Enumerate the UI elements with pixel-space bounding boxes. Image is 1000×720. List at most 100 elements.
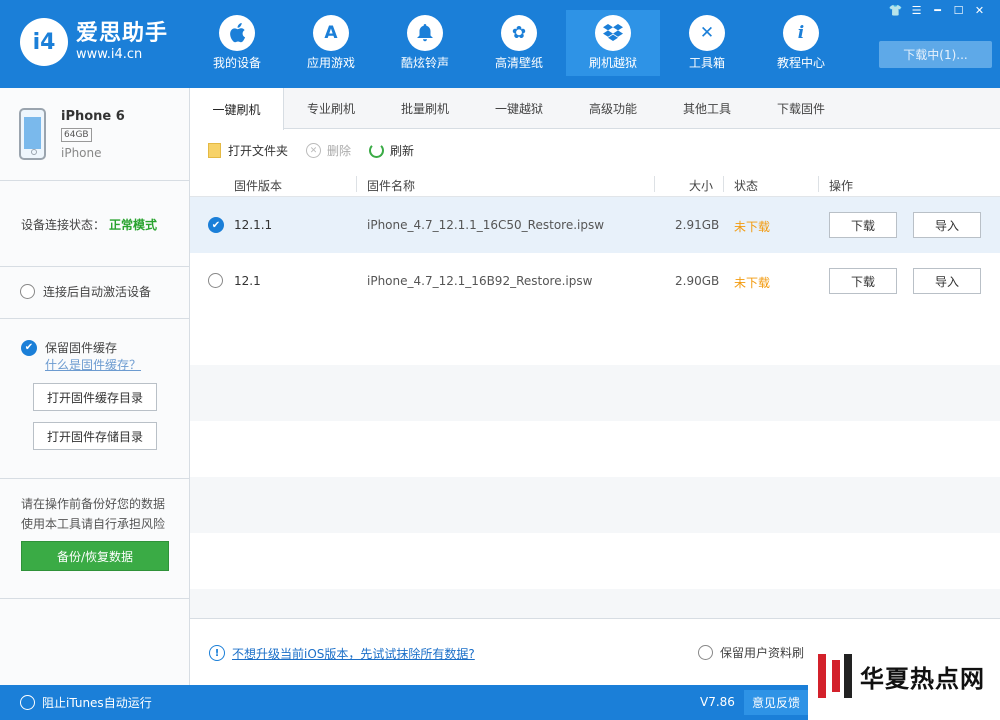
row-size: 2.91GB bbox=[675, 218, 720, 232]
version-label: V7.86 bbox=[700, 695, 735, 709]
tab-batch-flash[interactable]: 批量刷机 bbox=[378, 88, 472, 129]
refresh-button[interactable]: 刷新 bbox=[369, 142, 414, 159]
block-itunes-option[interactable]: 阻止iTunes自动运行 bbox=[20, 694, 152, 711]
col-status: 状态 bbox=[734, 179, 759, 193]
tools-icon: ✕ bbox=[689, 15, 725, 51]
flash-tabs: 一键刷机 专业刷机 批量刷机 一键越狱 高级功能 其他工具 下载固件 bbox=[190, 88, 1000, 130]
download-status-button[interactable]: 下载中(1)... bbox=[879, 41, 992, 68]
phone-icon bbox=[19, 108, 46, 160]
col-name: 固件名称 bbox=[367, 179, 416, 193]
table-header: 固件版本 固件名称 大小 状态 操作 bbox=[190, 172, 1000, 197]
watermark-text: 华夏热点网 bbox=[860, 664, 985, 693]
row-filename: iPhone_4.7_12.1_16B92_Restore.ipsw bbox=[367, 274, 593, 288]
row-size: 2.90GB bbox=[675, 274, 720, 288]
open-store-dir-button[interactable]: 打开固件存储目录 bbox=[33, 422, 157, 450]
skin-icon[interactable]: 👕 bbox=[885, 2, 906, 19]
folder-icon bbox=[208, 143, 221, 158]
status-value: 正常模式 bbox=[109, 218, 158, 232]
menu-icon[interactable]: ☰ bbox=[906, 2, 927, 19]
block-itunes-radio[interactable] bbox=[20, 695, 35, 710]
row-version: 12.1 bbox=[234, 274, 261, 288]
col-action: 操作 bbox=[829, 179, 854, 193]
watermark-logo-icon bbox=[818, 654, 854, 698]
open-folder-button[interactable]: 打开文件夹 bbox=[208, 142, 288, 159]
nav-tutorials[interactable]: i 教程中心 bbox=[754, 10, 848, 76]
nav-apps-games[interactable]: A 应用游戏 bbox=[284, 10, 378, 76]
keep-user-data-radio[interactable] bbox=[698, 645, 713, 660]
col-version: 固件版本 bbox=[234, 179, 283, 193]
maximize-icon[interactable]: ☐ bbox=[948, 2, 969, 19]
keep-user-data-option[interactable]: 保留用户资料刷 bbox=[698, 644, 804, 661]
keep-user-data-label: 保留用户资料刷 bbox=[720, 646, 805, 660]
tab-advanced[interactable]: 高级功能 bbox=[566, 88, 660, 129]
row-radio[interactable] bbox=[208, 273, 223, 288]
close-icon[interactable]: ✕ bbox=[969, 2, 990, 19]
empty-row bbox=[190, 477, 1000, 533]
tab-download-firmware[interactable]: 下载固件 bbox=[754, 88, 848, 129]
device-card: iPhone 6 64GB iPhone bbox=[0, 88, 189, 181]
empty-row bbox=[190, 365, 1000, 421]
auto-activate-option[interactable]: 连接后自动激活设备 bbox=[20, 283, 151, 300]
app-url: www.i4.cn bbox=[76, 47, 143, 62]
download-button[interactable]: 下载 bbox=[829, 212, 897, 238]
nav-my-device[interactable]: 我的设备 bbox=[190, 10, 284, 76]
box-icon bbox=[595, 15, 631, 51]
device-capacity: 64GB bbox=[61, 128, 92, 142]
empty-row bbox=[190, 309, 1000, 365]
device-name: iPhone 6 bbox=[61, 109, 125, 124]
keep-cache-option[interactable]: ✔ 保留固件缓存 bbox=[21, 339, 117, 356]
nav-flash-jailbreak[interactable]: 刷机越狱 bbox=[566, 10, 660, 76]
row-version: 12.1.1 bbox=[234, 218, 273, 232]
backup-restore-button[interactable]: 备份/恢复数据 bbox=[21, 541, 169, 571]
auto-activate-label: 连接后自动激活设备 bbox=[43, 285, 152, 299]
empty-row bbox=[190, 533, 1000, 589]
table-row[interactable]: ✔ 12.1.1 iPhone_4.7_12.1.1_16C50_Restore… bbox=[190, 197, 1000, 253]
sidebar: iPhone 6 64GB iPhone 设备连接状态： 正常模式 连接后自动激活… bbox=[0, 88, 190, 685]
import-button[interactable]: 导入 bbox=[913, 212, 981, 238]
keep-cache-label: 保留固件缓存 bbox=[45, 341, 118, 355]
tab-pro-flash[interactable]: 专业刷机 bbox=[284, 88, 378, 129]
tab-jailbreak[interactable]: 一键越狱 bbox=[472, 88, 566, 129]
nav-toolbox[interactable]: ✕ 工具箱 bbox=[660, 10, 754, 76]
row-check-icon[interactable]: ✔ bbox=[208, 217, 224, 233]
row-filename: iPhone_4.7_12.1.1_16C50_Restore.ipsw bbox=[367, 218, 605, 232]
delete-button[interactable]: ✕ 删除 bbox=[306, 142, 351, 159]
block-itunes-label: 阻止iTunes自动运行 bbox=[42, 696, 152, 710]
download-button[interactable]: 下载 bbox=[829, 268, 897, 294]
app-title: 爱思助手 bbox=[76, 21, 169, 46]
erase-data-link[interactable]: 不想升级当前iOS版本，先试试抹除所有数据? bbox=[232, 645, 475, 662]
auto-activate-section: 连接后自动激活设备 bbox=[0, 267, 189, 319]
warning-section: 请在操作前备份好您的数据 使用本工具请自行承担风险 备份/恢复数据 bbox=[0, 479, 189, 599]
app-logo: i4 爱思助手 www.i4.cn bbox=[20, 18, 168, 66]
connection-status: 设备连接状态： 正常模式 bbox=[0, 181, 189, 267]
main-panel: 一键刷机 专业刷机 批量刷机 一键越狱 高级功能 其他工具 下载固件 打开文件夹… bbox=[190, 88, 1000, 685]
logo-icon: i4 bbox=[20, 18, 68, 66]
flower-icon: ✿ bbox=[501, 15, 537, 51]
nav-ringtones[interactable]: 酷炫铃声 bbox=[378, 10, 472, 76]
warning-line-1: 请在操作前备份好您的数据 bbox=[21, 497, 166, 511]
app-store-icon: A bbox=[313, 15, 349, 51]
delete-icon: ✕ bbox=[306, 143, 322, 158]
nav-wallpapers[interactable]: ✿ 高清壁纸 bbox=[472, 10, 566, 76]
info-circle-icon: ! bbox=[209, 645, 225, 661]
table-row[interactable]: 12.1 iPhone_4.7_12.1_16B92_Restore.ipsw … bbox=[190, 253, 1000, 309]
row-status: 未下载 bbox=[734, 220, 771, 234]
import-button[interactable]: 导入 bbox=[913, 268, 981, 294]
empty-row bbox=[190, 589, 1000, 618]
tab-one-click-flash[interactable]: 一键刷机 bbox=[190, 88, 284, 130]
check-icon[interactable]: ✔ bbox=[21, 339, 37, 356]
site-watermark: 华夏热点网 bbox=[808, 632, 1000, 720]
window-controls: 👕 ☰ ━ ☐ ✕ bbox=[885, 2, 990, 19]
tab-other-tools[interactable]: 其他工具 bbox=[660, 88, 754, 129]
cache-section: ✔ 保留固件缓存 什么是固件缓存？ 打开固件缓存目录 打开固件存储目录 bbox=[0, 319, 189, 479]
cache-help-link[interactable]: 什么是固件缓存？ bbox=[45, 356, 141, 373]
auto-activate-radio[interactable] bbox=[20, 284, 35, 299]
feedback-button[interactable]: 意见反馈 bbox=[744, 690, 808, 715]
open-cache-dir-button[interactable]: 打开固件缓存目录 bbox=[33, 383, 157, 411]
header: i4 爱思助手 www.i4.cn 我的设备 A 应用游戏 酷炫铃声 ✿ 高清壁… bbox=[0, 0, 1000, 88]
row-status: 未下载 bbox=[734, 276, 771, 290]
minimize-icon[interactable]: ━ bbox=[927, 2, 948, 19]
main-nav: 我的设备 A 应用游戏 酷炫铃声 ✿ 高清壁纸 刷机越狱 ✕ 工具箱 i 教程中… bbox=[190, 10, 848, 76]
apple-icon bbox=[219, 15, 255, 51]
status-label: 设备连接状态： bbox=[21, 218, 106, 232]
